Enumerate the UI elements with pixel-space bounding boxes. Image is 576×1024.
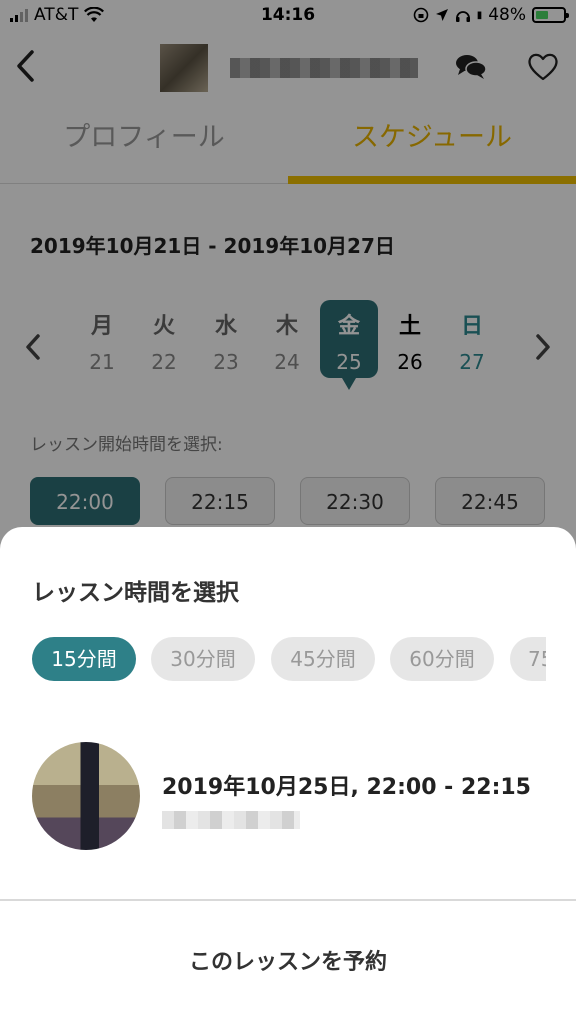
duration-option[interactable]: 30分間 (151, 637, 255, 681)
duration-option[interactable]: 75分間 (510, 637, 546, 681)
duration-option[interactable]: 45分間 (271, 637, 375, 681)
book-lesson-button[interactable]: このレッスンを予約 (0, 901, 576, 1024)
sheet-title: レッスン時間を選択 (32, 580, 239, 606)
teacher-avatar (32, 742, 140, 850)
duration-bottom-sheet: レッスン時間を選択 15分間 30分間 45分間 60分間 75分間 2019年… (0, 527, 576, 1024)
duration-options: 15分間 30分間 45分間 60分間 75分間 (32, 637, 546, 683)
teacher-name-redacted (162, 811, 300, 829)
lesson-datetime: 2019年10月25日, 22:00 - 22:15 (162, 775, 531, 800)
duration-option[interactable]: 60分間 (390, 637, 494, 681)
duration-option[interactable]: 15分間 (32, 637, 136, 681)
